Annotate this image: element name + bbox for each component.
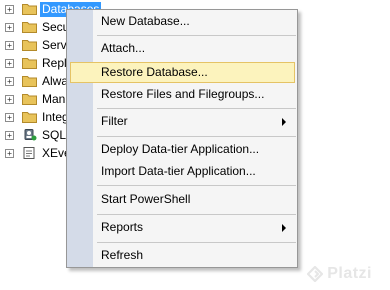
tree-item-label: SQL (42, 128, 67, 142)
expand-icon[interactable]: + (5, 5, 14, 14)
menu-separator (97, 185, 296, 186)
submenu-arrow-icon (282, 224, 286, 232)
sql-agent-icon (24, 129, 37, 141)
folder-icon (22, 94, 37, 105)
expand-icon[interactable]: + (5, 113, 14, 122)
menu-item-refresh[interactable]: Refresh (70, 245, 295, 266)
menu-separator (97, 108, 296, 109)
tree-item-label: Man (42, 92, 66, 106)
expand-icon[interactable]: + (5, 23, 14, 32)
menu-item-deploy-data-tier[interactable]: Deploy Data-tier Application... (70, 139, 295, 160)
xevent-profiler-icon (23, 147, 35, 159)
menu-item-new-database[interactable]: New Database... (70, 11, 295, 32)
menu-separator (97, 35, 296, 36)
platzi-watermark: Platzi (307, 264, 372, 284)
menu-item-filter[interactable]: Filter (70, 111, 295, 132)
menu-item-label: Refresh (101, 248, 144, 262)
tree-item-label: Repl (42, 56, 67, 70)
menu-item-label: New Database... (101, 14, 190, 28)
tree-item-label: Alwa (42, 74, 69, 88)
menu-item-label: Start PowerShell (101, 192, 191, 206)
expand-icon[interactable]: + (5, 95, 14, 104)
folder-icon (22, 22, 37, 33)
menu-item-label: Import Data-tier Application... (101, 164, 256, 178)
menu-separator (97, 136, 296, 137)
folder-icon (22, 4, 37, 15)
folder-icon (22, 40, 37, 51)
expand-icon[interactable]: + (5, 149, 14, 158)
expand-icon[interactable]: + (5, 41, 14, 50)
menu-item-label: Attach... (101, 41, 146, 55)
tree-item-label: Integ (42, 110, 69, 124)
tree-item-label: Serv (42, 38, 67, 52)
menu-item-restore-database[interactable]: Restore Database... (70, 62, 295, 83)
menu-item-label: Restore Files and Filegroups... (101, 87, 265, 101)
platzi-logo-icon (307, 266, 324, 282)
menu-item-label: Deploy Data-tier Application... (101, 142, 260, 156)
expand-icon[interactable]: + (5, 59, 14, 68)
menu-item-reports[interactable]: Reports (70, 217, 295, 238)
watermark-text: Platzi (327, 265, 372, 282)
expand-icon[interactable]: + (5, 77, 14, 86)
expand-icon[interactable]: + (5, 131, 14, 140)
folder-icon (22, 58, 37, 69)
menu-item-restore-files-filegroups[interactable]: Restore Files and Filegroups... (70, 84, 295, 105)
menu-separator (97, 242, 296, 243)
menu-separator (97, 214, 296, 215)
context-menu: New Database... Attach... Restore Databa… (66, 9, 298, 268)
menu-item-label: Restore Database... (101, 65, 208, 79)
menu-item-attach[interactable]: Attach... (70, 38, 295, 59)
folder-icon (22, 112, 37, 123)
menu-item-start-powershell[interactable]: Start PowerShell (70, 189, 295, 210)
submenu-arrow-icon (282, 118, 286, 126)
menu-item-import-data-tier[interactable]: Import Data-tier Application... (70, 161, 295, 182)
menu-item-label: Filter (101, 114, 128, 128)
folder-icon (22, 76, 37, 87)
menu-item-label: Reports (101, 220, 144, 234)
